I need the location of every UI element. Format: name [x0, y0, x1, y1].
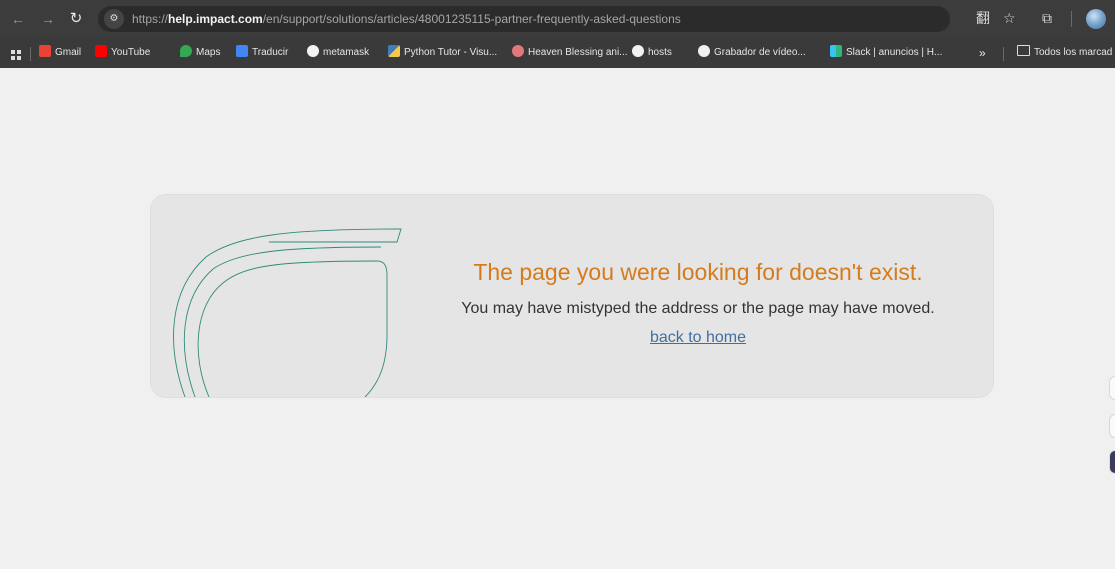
- bookmark-label: Maps: [196, 47, 221, 58]
- bookmark-label: Grabador de vídeo...: [714, 47, 806, 58]
- bookmark-heaven-blessing[interactable]: Heaven Blessing ani...: [512, 44, 628, 62]
- bookmarks-bar: Gmail YouTube Maps Traducir metamask Pyt…: [0, 38, 1115, 68]
- bookmark-label: Heaven Blessing ani...: [528, 47, 628, 58]
- bookmark-label: hosts: [648, 47, 672, 58]
- translate-app-icon: [236, 45, 248, 57]
- all-bookmarks-label: Todos los marcad: [1034, 47, 1113, 58]
- profile-avatar[interactable]: [1086, 9, 1106, 29]
- bookmark-label: Python Tutor - Visu...: [404, 47, 498, 58]
- bookmark-metamask[interactable]: metamask: [307, 44, 369, 62]
- site-info-icon[interactable]: ⚙: [104, 9, 124, 29]
- browser-chrome: ← → ↻ ⚙ https://help.impact.com/en/suppo…: [0, 0, 1115, 68]
- youtube-icon: [95, 45, 107, 57]
- python-icon: [388, 45, 400, 57]
- apps-grid-icon[interactable]: [11, 50, 21, 60]
- page-content: The page you were looking for doesn't ex…: [0, 68, 1115, 569]
- url-scheme: https://: [132, 12, 169, 26]
- side-panel-button[interactable]: [1109, 414, 1115, 438]
- bookmarks-overflow-button[interactable]: »: [979, 44, 986, 62]
- bookmark-label: Gmail: [55, 47, 82, 58]
- bookmark-maps[interactable]: Maps: [180, 44, 220, 62]
- error-card: The page you were looking for doesn't ex…: [150, 194, 994, 398]
- folder-icon: [1017, 45, 1030, 56]
- bookmark-hosts[interactable]: hosts: [632, 44, 672, 62]
- bookmark-gmail[interactable]: Gmail: [39, 44, 81, 62]
- bookmark-traducir[interactable]: Traducir: [236, 44, 288, 62]
- url-text[interactable]: https://help.impact.com/en/support/solut…: [132, 6, 681, 32]
- browser-toolbar: ← → ↻ ⚙ https://help.impact.com/en/suppo…: [0, 0, 1115, 38]
- deco-arc-inner: [197, 260, 388, 397]
- url-path: /en/support/solutions/articles/480012351…: [262, 12, 681, 26]
- gmail-icon: [39, 45, 51, 57]
- side-panel-button[interactable]: [1109, 450, 1115, 474]
- bookmark-label: YouTube: [111, 47, 151, 58]
- extensions-icon[interactable]: ⧉: [1042, 8, 1052, 28]
- bookmark-star-icon[interactable]: ☆: [1003, 8, 1016, 28]
- bookmarks-divider: [30, 47, 31, 61]
- error-title: The page you were looking for doesn't ex…: [473, 259, 923, 285]
- bookmark-slack[interactable]: Slack | anuncios | H...: [830, 44, 942, 62]
- bookmark-label: Traducir: [252, 47, 289, 58]
- side-panel-button[interactable]: [1109, 376, 1115, 400]
- back-to-home-link[interactable]: back to home: [611, 329, 785, 347]
- decorative-arc-graphic: [173, 228, 402, 397]
- back-icon[interactable]: ←: [8, 9, 28, 29]
- deco-arc-outer: [173, 228, 402, 397]
- bookmark-label: Slack | anuncios | H...: [846, 47, 943, 58]
- url-host: help.impact.com: [168, 12, 263, 26]
- all-bookmarks-folder[interactable]: Todos los marcad: [1017, 44, 1112, 62]
- forward-icon[interactable]: →: [38, 9, 58, 29]
- bookmark-python-tutor[interactable]: Python Tutor - Visu...: [388, 44, 497, 62]
- globe-icon: [307, 45, 319, 57]
- heaven-blessing-icon: [512, 45, 524, 57]
- address-bar[interactable]: ⚙ https://help.impact.com/en/support/sol…: [98, 6, 950, 32]
- translate-icon[interactable]: 翻: [976, 8, 990, 28]
- bookmark-youtube[interactable]: YouTube: [95, 44, 150, 62]
- bookmark-label: metamask: [323, 47, 370, 58]
- reload-icon[interactable]: ↻: [66, 9, 86, 29]
- bookmark-grabador[interactable]: Grabador de vídeo...: [698, 44, 806, 62]
- bookmarks-divider: [1003, 47, 1004, 61]
- toolbar-divider: [1071, 11, 1072, 27]
- recorder-icon: [698, 45, 710, 57]
- deco-arc-middle: [183, 246, 382, 397]
- slack-icon: [830, 45, 842, 57]
- maps-icon: [180, 45, 192, 57]
- error-message: You may have mistyped the address or the…: [461, 300, 935, 317]
- globe-icon: [632, 45, 644, 57]
